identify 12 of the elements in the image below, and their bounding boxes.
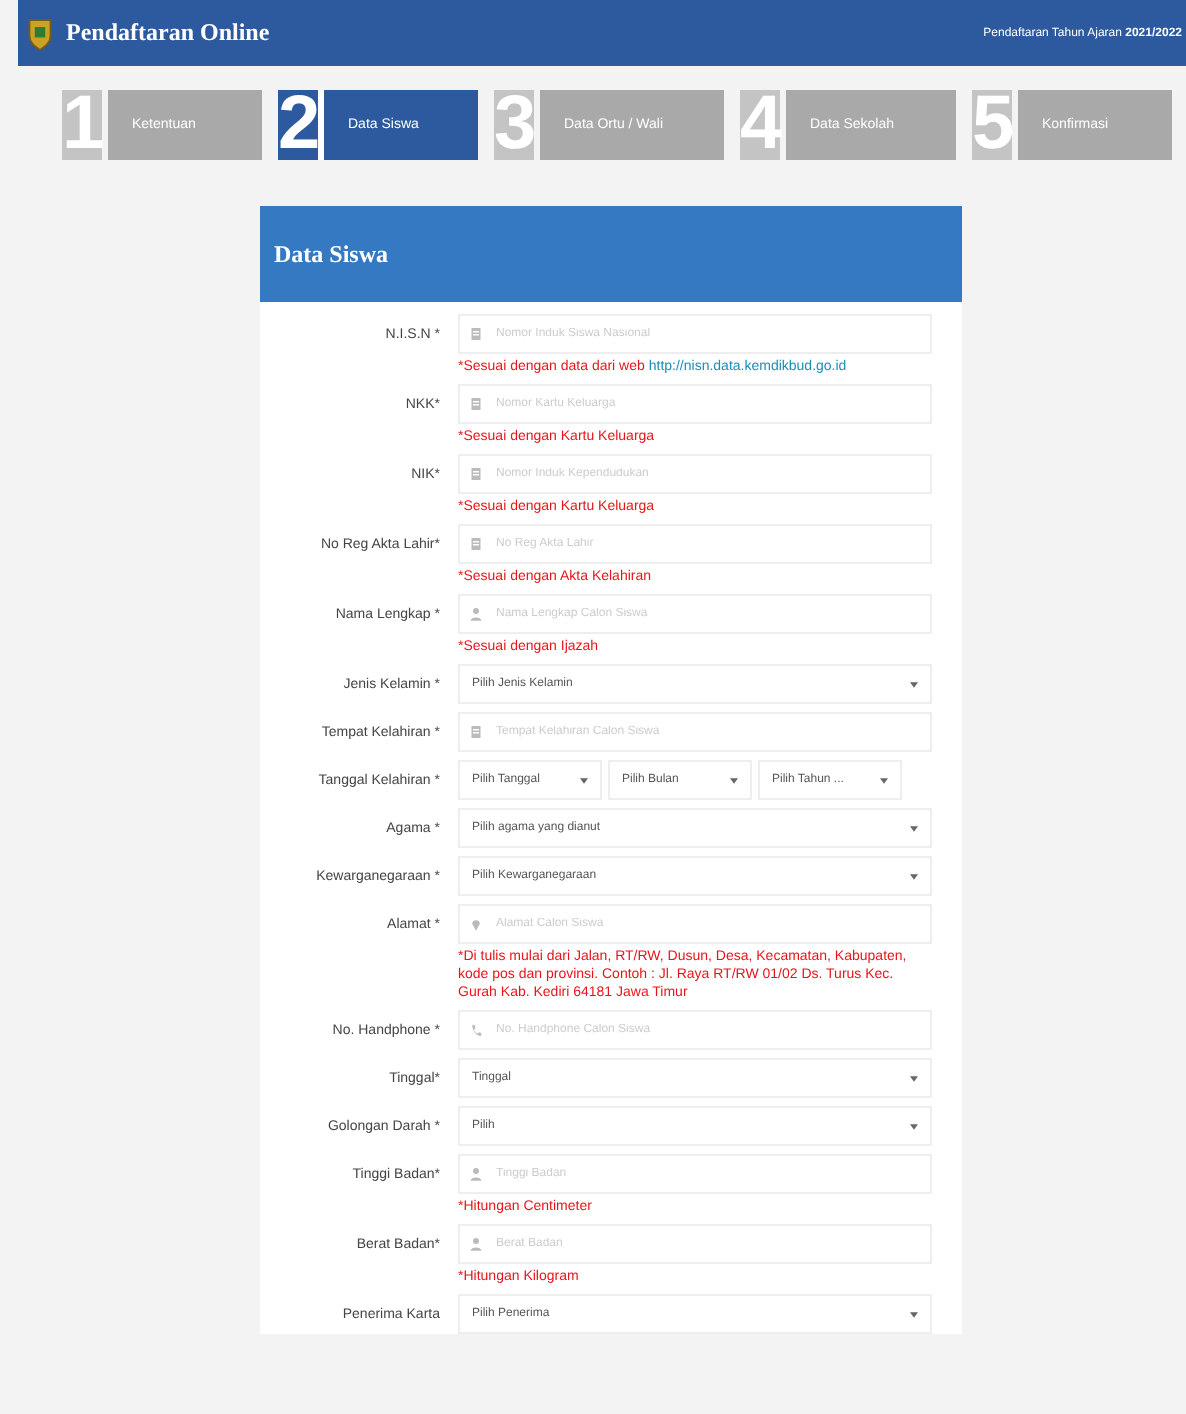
caret-icon [910, 681, 918, 687]
caret-icon [910, 1311, 918, 1317]
caret-icon [910, 873, 918, 879]
app-title: Pendaftaran Online [66, 18, 270, 48]
caret-icon [910, 1075, 918, 1081]
crest-logo-icon [26, 15, 54, 51]
caret-icon [910, 1123, 918, 1129]
caret-icon [730, 777, 738, 783]
form-title: Data Siswa [274, 239, 389, 269]
caret-icon [910, 825, 918, 831]
caret-icon [880, 777, 888, 783]
caret-icon [580, 777, 588, 783]
